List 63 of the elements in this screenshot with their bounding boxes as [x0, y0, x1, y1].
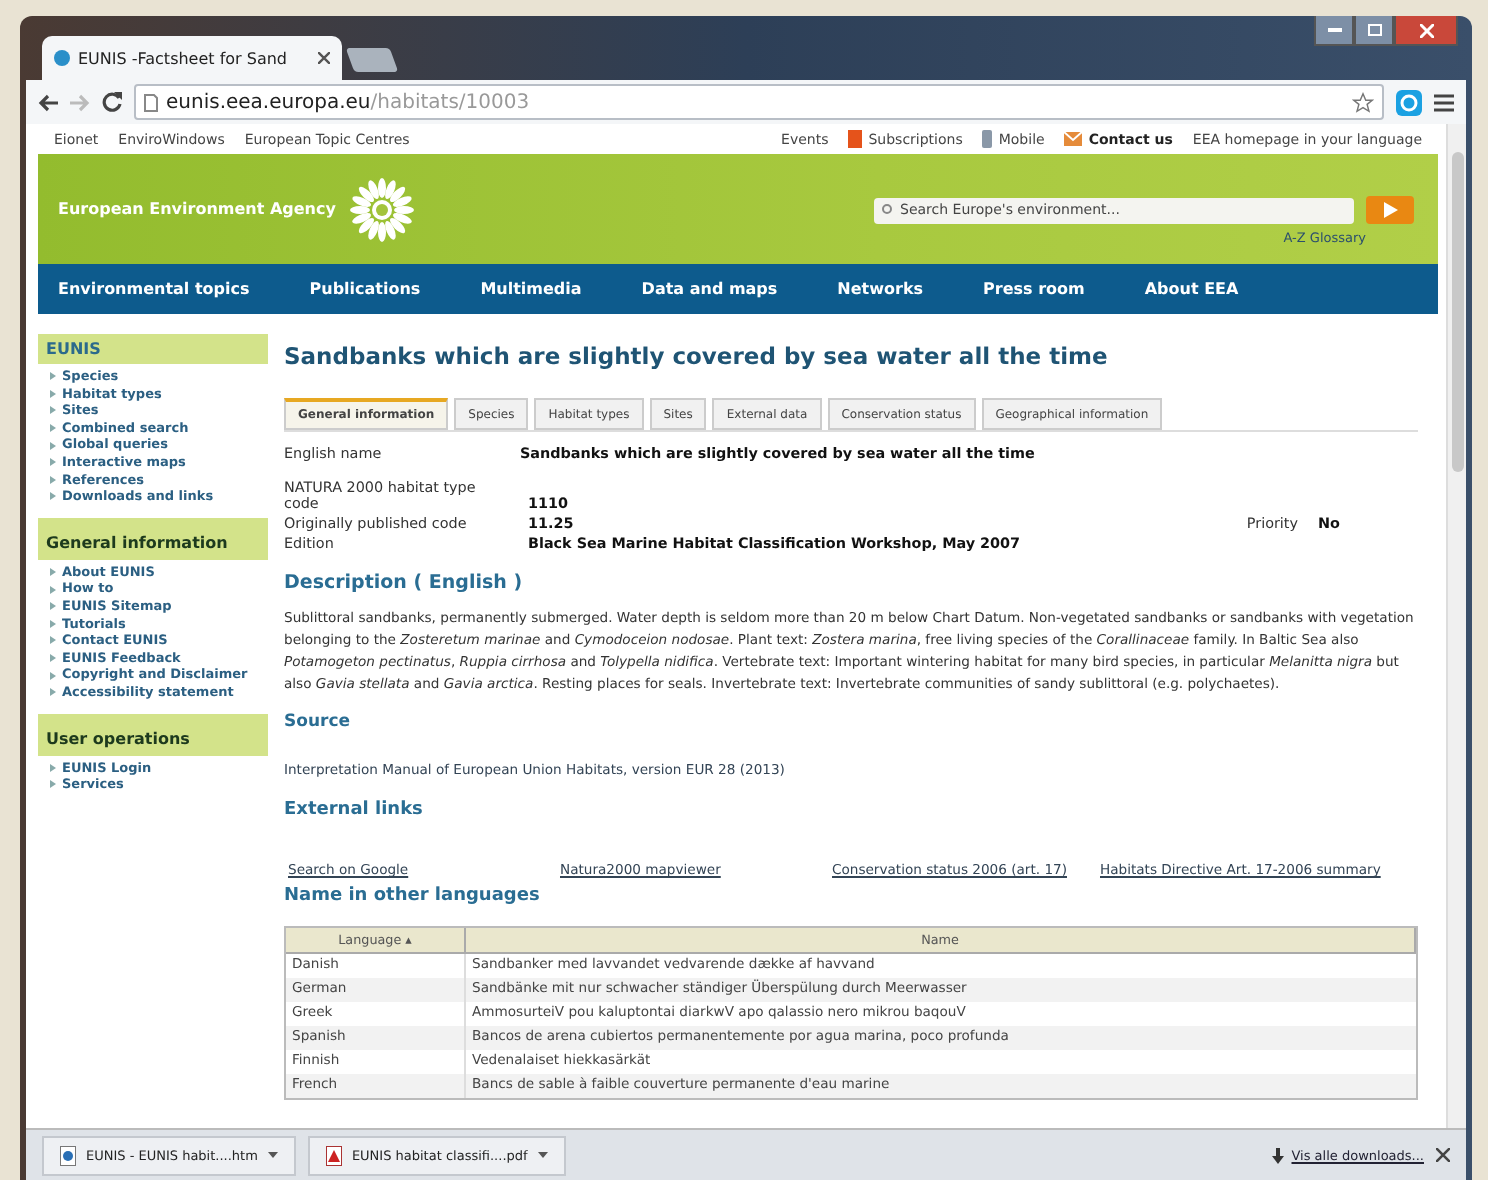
bullet-icon	[50, 780, 56, 789]
bullet-icon	[50, 636, 56, 645]
nav-item[interactable]: Environmental topics	[58, 280, 250, 298]
nav-item[interactable]: Data and maps	[641, 280, 778, 298]
bullet-icon	[50, 372, 56, 381]
caret-icon	[267, 1151, 278, 1159]
search-icon	[882, 204, 894, 216]
web-file-icon	[60, 1145, 76, 1165]
sidebar-heading: General information	[38, 517, 268, 560]
back-icon[interactable]	[38, 93, 58, 111]
close-icon	[1419, 23, 1433, 37]
bullet-icon	[50, 424, 56, 433]
minimize-button[interactable]	[1314, 16, 1354, 46]
maximize-button[interactable]	[1354, 16, 1394, 46]
scrollbar[interactable]	[1446, 124, 1466, 1128]
bullet-icon	[50, 441, 56, 450]
phone-icon	[982, 130, 993, 148]
bullet-icon	[50, 671, 56, 680]
bullet-icon	[50, 492, 56, 501]
maximize-icon	[1367, 24, 1381, 36]
page-icon	[144, 93, 158, 111]
bullet-icon	[50, 458, 56, 467]
play-arrow-icon	[1383, 202, 1397, 218]
nav-item[interactable]: Publications	[309, 280, 421, 298]
caret-icon	[537, 1151, 548, 1159]
bullet-icon	[50, 688, 56, 697]
search-button[interactable]	[1366, 196, 1414, 224]
close-icon[interactable]	[318, 52, 330, 64]
extension-icon[interactable]	[1396, 89, 1422, 115]
bullet-icon	[50, 763, 56, 772]
nav-item[interactable]: Networks	[837, 280, 924, 298]
bullet-icon	[50, 585, 56, 594]
bullet-icon	[50, 389, 56, 398]
menu-icon[interactable]	[1434, 93, 1454, 111]
bullet-icon	[50, 475, 56, 484]
sidebar-heading: User operations	[38, 713, 268, 755]
minimize-icon	[1327, 27, 1341, 33]
close-icon[interactable]	[1436, 1148, 1450, 1162]
globe-icon	[54, 50, 70, 66]
section-heading: External links	[284, 800, 425, 820]
browser-tab[interactable]: EUNIS -Factsheet for Sand	[42, 36, 342, 80]
pdf-file-icon	[325, 1145, 342, 1165]
download-icon	[1271, 1147, 1284, 1163]
star-icon[interactable]	[1352, 91, 1374, 113]
bullet-icon	[50, 406, 56, 415]
nav-item[interactable]: Press room	[983, 280, 1085, 298]
bullet-icon	[50, 654, 56, 663]
sun-logo-icon	[347, 175, 416, 243]
sidebar-heading: EUNIS	[38, 334, 268, 364]
nav-item[interactable]: About EEA	[1144, 280, 1239, 298]
section-heading: Name in other languages	[284, 886, 542, 906]
section-heading: Source	[284, 712, 353, 732]
page-title: Sandbanks which are slightly covered by sea water all the time	[284, 342, 1110, 370]
bullet-icon	[50, 619, 56, 628]
mail-icon	[1064, 132, 1083, 146]
new-tab-button[interactable]	[345, 48, 399, 72]
section-heading: Description ( English )	[284, 572, 525, 594]
bullet-icon	[50, 602, 56, 611]
bullet-icon	[50, 568, 56, 577]
reload-icon[interactable]	[102, 92, 122, 112]
nav-item[interactable]: Multimedia	[480, 280, 582, 298]
address-bar[interactable]: eunis.eea.europa.eu/habitats/10003	[134, 84, 1384, 120]
close-button[interactable]	[1394, 16, 1458, 46]
